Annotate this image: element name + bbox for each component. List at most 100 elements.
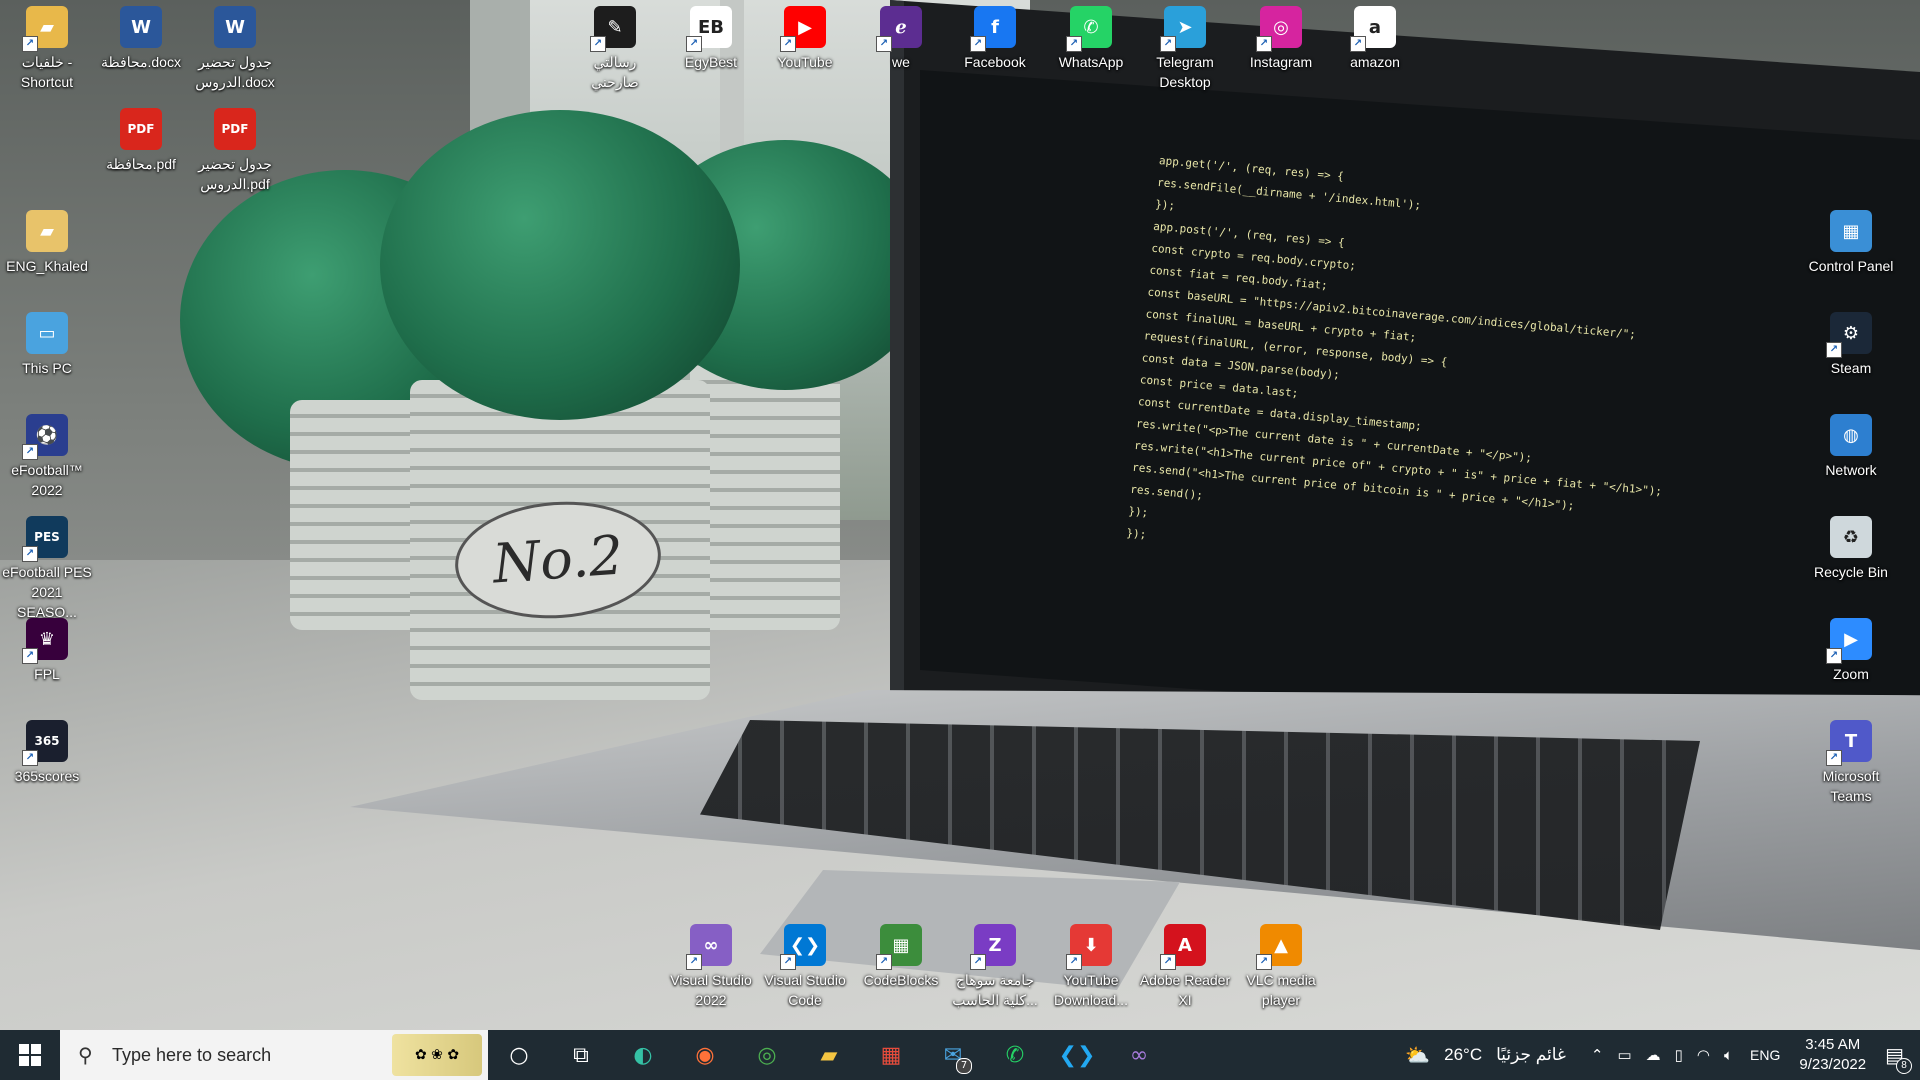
onedrive-cloud-icon[interactable]: ☁ [1646, 1046, 1661, 1064]
desktop-icon-label: ENG_Khaled [6, 258, 88, 274]
folder-shortcut-icon: ▰ ↗ [22, 6, 68, 52]
taskbar-app-cortana[interactable]: ○ [488, 1030, 550, 1080]
start-button[interactable] [0, 1030, 60, 1080]
desktop-icon-facebook[interactable]: f ↗ Facebook [948, 0, 1042, 72]
desktop-icon-365scores[interactable]: 365 ↗ 365scores [0, 714, 94, 786]
desktop-icon-telegram[interactable]: ➤ ↗ Telegram Desktop [1138, 0, 1232, 92]
taskbar-app-visual-studio[interactable]: ∞ [1108, 1030, 1170, 1080]
desktop-icon-efootball[interactable]: ⚽ ↗ eFootball™ 2022 [0, 408, 94, 500]
desktop-icon-word-doc[interactable]: W جدول تحضير الدروس.docx [188, 0, 282, 92]
desktop-icon-codeblocks[interactable]: ▦ ↗ CodeBlocks [854, 918, 948, 990]
pes-icon: PES ↗ [22, 516, 68, 562]
desktop-icon-computer[interactable]: ▭ This PC [0, 306, 94, 378]
cortana-circle-icon: ○ [509, 1042, 529, 1068]
taskbar-app-task-view[interactable]: ⧉ [550, 1030, 612, 1080]
taskbar-app-store[interactable]: ▦ [860, 1030, 922, 1080]
desktop-icon-instagram[interactable]: ◎ ↗ Instagram [1234, 0, 1328, 72]
language-indicator[interactable]: ENG [1750, 1047, 1780, 1063]
desktop-icon-label: Telegram Desktop [1156, 54, 1214, 90]
taskbar-search-box[interactable]: ⚲ Type here to search ✿ ❀ ✿ [60, 1030, 488, 1080]
weather-temp[interactable]: 26°C [1444, 1045, 1482, 1065]
taskbar-app-vscode[interactable]: ❮❯ [1046, 1030, 1108, 1080]
desktop-icon-folder-shortcut[interactable]: ▰ ↗ خلفيات - Shortcut [0, 0, 94, 92]
taskbar: ⚲ Type here to search ✿ ❀ ✿ ○ ⧉ ◐ ◉ ◎ ▰ ▦ ✉ 7 ✆ ❮❯… [0, 1030, 1920, 1080]
desktop-icon-label: Steam [1830, 360, 1872, 376]
desktop-icon-adobe-reader[interactable]: A ↗ Adobe Reader XI [1138, 918, 1232, 1010]
task-view-icon: ⧉ [573, 1042, 589, 1068]
desktop-icon-amazon[interactable]: a ↗ amazon [1328, 0, 1422, 72]
desktop-icon-whatsapp[interactable]: ✆ ↗ WhatsApp [1044, 0, 1138, 72]
desktop-icon-control-panel[interactable]: ▦ Control Panel [1804, 204, 1898, 276]
whatsapp-icon: ✆ [1005, 1042, 1025, 1068]
store-icon: ▦ [880, 1042, 902, 1068]
vscode-icon: ❮❯ [1058, 1042, 1096, 1068]
desktop-icon-youtube-downloader[interactable]: ⬇ ↗ YouTube Download... [1044, 918, 1138, 1010]
desktop-icon-visual-studio[interactable]: ∞ ↗ Visual Studio 2022 [664, 918, 758, 1010]
desktop-icon-teams[interactable]: T ↗ Microsoft Teams [1804, 714, 1898, 806]
notification-center-icon[interactable]: ▤ 8 [1885, 1043, 1912, 1074]
desktop-icon-steam[interactable]: ⚙ ↗ Steam [1804, 306, 1898, 378]
visual-studio-icon: ∞ ↗ [686, 924, 732, 970]
desktop-icon-recycle-bin[interactable]: ♻ Recycle Bin [1804, 510, 1898, 582]
network-icon: ◍ [1830, 414, 1872, 456]
folder-icon: ▰ [820, 1042, 838, 1068]
desktop-icon-label: رسالتي صارحني [591, 54, 639, 90]
taskbar-app-mail[interactable]: ✉ 7 [922, 1030, 984, 1080]
desktop-icon-vlc[interactable]: ▲ ↗ VLC media player [1234, 918, 1328, 1010]
taskbar-app-chrome[interactable]: ◎ [736, 1030, 798, 1080]
desktop-icon-label: Network [1825, 462, 1877, 478]
battery-saver-icon[interactable]: ▭ [1617, 1046, 1631, 1064]
device-icon[interactable]: ▯ [1675, 1046, 1683, 1064]
desktop-icon-egybest[interactable]: EB ↗ EgyBest [664, 0, 758, 72]
shortcut-arrow-icon: ↗ [1826, 648, 1842, 664]
desktop-icon-zoom[interactable]: ▶ ↗ Zoom [1804, 612, 1898, 684]
desktop-icon-sohag-university[interactable]: Z ↗ جامعة سوهاج كلية الحاسب... [948, 918, 1042, 1010]
youtube-icon: ▶ ↗ [780, 6, 826, 52]
desktop-icon-we[interactable]: ℯ ↗ we [854, 0, 948, 72]
wifi-icon[interactable]: ◠ [1697, 1046, 1710, 1064]
chrome-icon: ◎ [757, 1042, 777, 1068]
search-highlight-image[interactable]: ✿ ❀ ✿ [392, 1034, 482, 1076]
desktop-icon-pdf[interactable]: PDF جدول تحضير الدروس.pdf [188, 102, 282, 194]
taskbar-pinned-apps: ○ ⧉ ◐ ◉ ◎ ▰ ▦ ✉ 7 ✆ ❮❯ ∞ [488, 1030, 1170, 1080]
desktop-icon-youtube[interactable]: ▶ ↗ YouTube [758, 0, 852, 72]
desktop-icon-word-doc[interactable]: W محافظة.docx [94, 0, 188, 72]
desktop-icon-pes[interactable]: PES ↗ eFootball PES 2021 SEASO... [0, 510, 94, 622]
instagram-icon: ◎ ↗ [1256, 6, 1302, 52]
desktop-icon-label: EgyBest [684, 54, 738, 70]
desktop-icon-label: خلفيات - Shortcut [20, 54, 74, 90]
desktop-icon-folder-user[interactable]: ▰ ENG_Khaled [0, 204, 94, 276]
codeblocks-icon: ▦ ↗ [876, 924, 922, 970]
desktop-icon-saraha[interactable]: ✎ ↗ رسالتي صارحني [568, 0, 662, 92]
desktop-icon-vscode[interactable]: ❮❯ ↗ Visual Studio Code [758, 918, 852, 1010]
shortcut-arrow-icon: ↗ [1066, 954, 1082, 970]
taskbar-app-edge[interactable]: ◐ [612, 1030, 674, 1080]
pdf-icon: PDF [120, 108, 162, 150]
taskbar-app-file-explorer[interactable]: ▰ [798, 1030, 860, 1080]
windows-logo-icon [19, 1044, 41, 1066]
taskbar-app-whatsapp[interactable]: ✆ [984, 1030, 1046, 1080]
desktop-icon-network[interactable]: ◍ Network [1804, 408, 1898, 480]
egybest-icon: EB ↗ [686, 6, 732, 52]
telegram-icon: ➤ ↗ [1160, 6, 1206, 52]
search-icon: ⚲ [78, 1043, 93, 1067]
mail-badge: 7 [956, 1058, 972, 1074]
edge-icon: ◐ [633, 1042, 653, 1068]
shortcut-arrow-icon: ↗ [1826, 750, 1842, 766]
adobe-reader-icon: A ↗ [1160, 924, 1206, 970]
taskbar-app-firefox[interactable]: ◉ [674, 1030, 736, 1080]
desktop-icon-pdf[interactable]: PDF محافظة.pdf [94, 102, 188, 174]
clock[interactable]: 3:45 AM 9/23/2022 [1799, 1035, 1866, 1075]
desktop-icon-label: Recycle Bin [1814, 564, 1888, 580]
desktop-icon-label: Visual Studio 2022 [670, 972, 752, 1008]
notification-count-badge: 8 [1896, 1057, 1912, 1074]
weather-desc[interactable]: غائم جزئيًا [1496, 1045, 1566, 1065]
show-hidden-icons-chevron-icon[interactable]: ⌃ [1591, 1046, 1604, 1064]
pdf-icon: PDF [214, 108, 256, 150]
volume-icon[interactable]: 🔈︎ [1724, 1047, 1733, 1064]
weather-icon[interactable]: ⛅ [1405, 1043, 1430, 1068]
visual-studio-icon: ∞ [1129, 1042, 1149, 1068]
shortcut-arrow-icon: ↗ [22, 444, 38, 460]
shortcut-arrow-icon: ↗ [876, 954, 892, 970]
desktop-icon-premier-league[interactable]: ♛ ↗ FPL [0, 612, 94, 684]
